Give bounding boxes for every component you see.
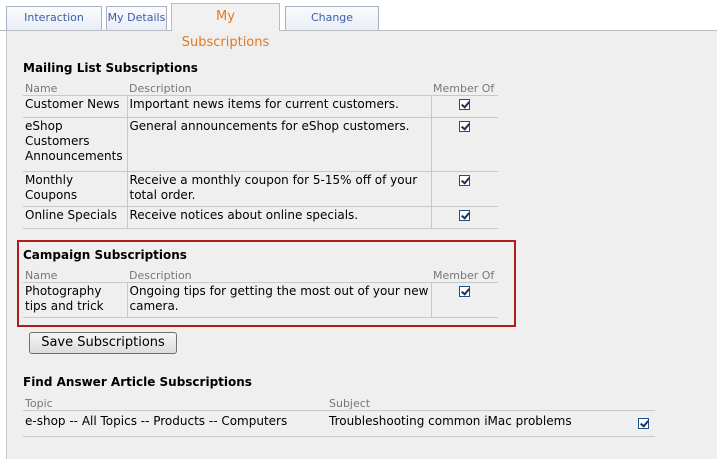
member-checkbox[interactable] [459, 286, 471, 297]
column-header-member-of: Member Of [431, 268, 498, 283]
mailing-list-title: Mailing List Subscriptions [23, 61, 198, 75]
column-header-description: Description [127, 268, 431, 283]
column-header-name: Name [23, 81, 127, 96]
tab-interaction-history[interactable]: Interaction History [6, 6, 102, 46]
column-header-member-of: Member Of [431, 81, 498, 96]
subscription-name: Customer News [23, 95, 128, 118]
table-header-row: Name Description Member Of [23, 81, 498, 96]
article-topic: e-shop -- All Topics -- Products -- Comp… [23, 410, 327, 437]
subscription-description: Receive a monthly coupon for 5-15% off o… [127, 171, 432, 207]
member-checkbox[interactable] [459, 99, 471, 110]
subscription-description: Receive notices about online specials. [127, 206, 432, 229]
save-subscriptions-button[interactable]: Save Subscriptions [29, 332, 177, 354]
column-header-topic: Topic [23, 396, 327, 411]
column-header-subject: Subject [327, 396, 631, 411]
subscriptions-panel: Mailing List Subscriptions Name Descript… [6, 31, 717, 459]
subscription-name: Online Specials [23, 206, 128, 229]
tab-my-details[interactable]: My Details [106, 6, 167, 30]
table-row: e-shop -- All Topics -- Products -- Comp… [23, 410, 655, 437]
table-row: Customer News Important news items for c… [23, 95, 498, 118]
subscription-description: Important news items for current custome… [127, 95, 432, 118]
subscription-description: General announcements for eShop customer… [127, 117, 432, 172]
campaign-title: Campaign Subscriptions [23, 248, 187, 262]
table-header-row: Topic Subject [23, 396, 655, 411]
table-header-row: Name Description Member Of [23, 268, 498, 283]
table-row: Online Specials Receive notices about on… [23, 206, 498, 229]
article-subject: Troubleshooting common iMac problems [327, 410, 631, 437]
mailing-list-table: Name Description Member Of Customer News… [23, 81, 498, 229]
table-row: eShop Customers Announcements General an… [23, 117, 498, 172]
answer-subscriptions-table: Topic Subject e-shop -- All Topics -- Pr… [23, 396, 655, 437]
subscription-name: eShop Customers Announcements [23, 117, 128, 172]
member-checkbox[interactable] [459, 175, 471, 186]
member-checkbox[interactable] [459, 121, 471, 132]
subscription-description: Ongoing tips for getting the most out of… [127, 282, 432, 318]
member-checkbox[interactable] [459, 210, 471, 221]
subscription-name: Monthly Coupons [23, 171, 128, 207]
column-header-name: Name [23, 268, 127, 283]
tab-change-password[interactable]: Change Password [285, 6, 379, 46]
table-row: Photography tips and trick Ongoing tips … [23, 282, 498, 318]
tab-my-subscriptions[interactable]: My Subscriptions [171, 3, 280, 50]
answer-subscriptions-title: Find Answer Article Subscriptions [23, 375, 252, 389]
subscription-name: Photography tips and trick [23, 282, 128, 318]
column-header-description: Description [127, 81, 431, 96]
campaign-table: Name Description Member Of Photography t… [23, 268, 498, 318]
table-row: Monthly Coupons Receive a monthly coupon… [23, 171, 498, 207]
article-checkbox[interactable] [637, 418, 649, 429]
tab-bar: Interaction History My Details My Subscr… [0, 0, 717, 50]
